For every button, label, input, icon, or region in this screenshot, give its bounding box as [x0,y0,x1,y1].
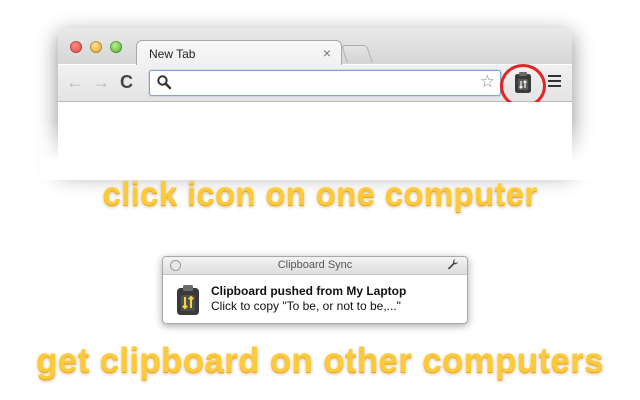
tab-close-icon[interactable]: × [323,45,331,61]
clipboard-sync-icon [177,285,199,315]
reload-icon[interactable]: C [120,72,133,92]
zoom-window-button[interactable] [110,41,122,53]
address-input[interactable] [176,73,470,93]
search-icon [157,75,172,90]
browser-titlebar: New Tab × [58,28,572,67]
star-icon[interactable]: ☆ [480,72,495,92]
notification-body: Click to copy "To be, or not to be,..." [211,299,401,313]
notification-headline: Clipboard pushed from My Laptop [211,284,407,298]
new-tab-button[interactable] [341,45,373,63]
back-arrow-icon[interactable]: ← [66,72,84,92]
tab-title: New Tab [149,47,196,61]
browser-toolbar: ← → C ☆ [58,64,572,108]
tab-new-tab[interactable]: New Tab × [136,40,342,67]
caption-step-2: get clipboard on other computers [36,341,604,380]
notification-header: Clipboard Sync [163,257,467,275]
caption-step-1: click icon on one computer [102,175,538,212]
window-fade [40,120,600,180]
forward-arrow-icon[interactable]: → [92,72,110,92]
wrench-icon[interactable] [447,258,459,270]
notification-app-title: Clipboard Sync [277,259,353,271]
address-bar[interactable]: ☆ [149,70,501,96]
hamburger-menu-icon[interactable] [548,75,561,89]
clipboard-notification[interactable]: Clipboard Sync Clipboard pushed from My … [162,256,468,324]
minimize-window-button[interactable] [90,41,102,53]
close-window-button[interactable] [70,41,82,53]
